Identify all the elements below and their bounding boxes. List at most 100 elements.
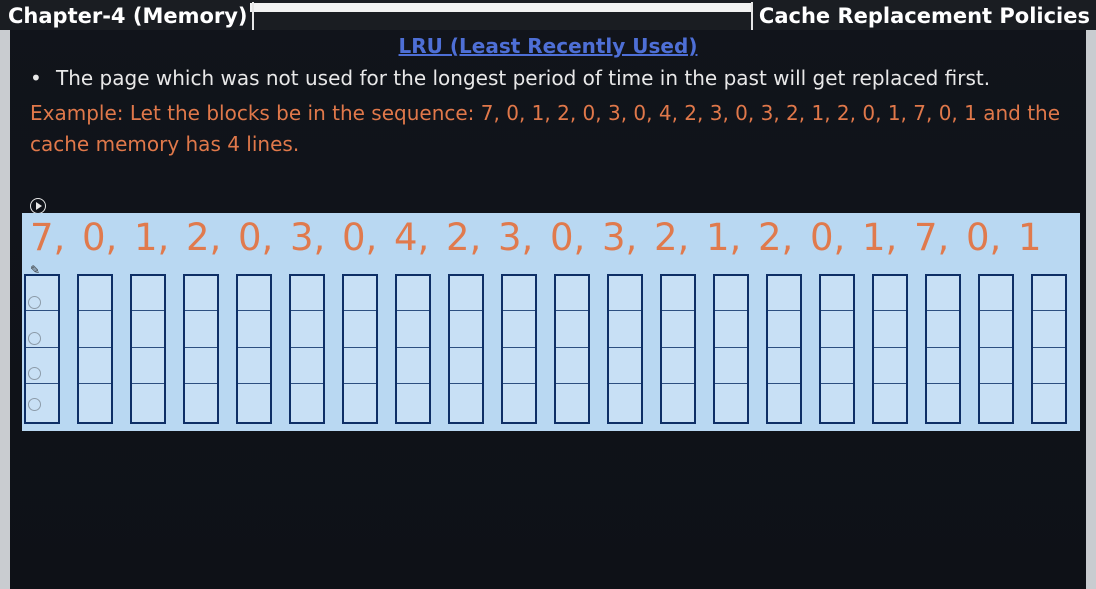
cache-line-cell xyxy=(450,313,482,348)
sequence-item: 1, xyxy=(706,215,742,259)
cache-line-cell xyxy=(450,386,482,421)
sequence-item: 3, xyxy=(602,215,638,259)
cache-line-cell xyxy=(503,386,535,421)
cache-column xyxy=(501,274,537,424)
cache-line-cell xyxy=(238,349,270,384)
cache-column xyxy=(130,274,166,424)
cache-line-cell xyxy=(344,313,376,348)
cache-line-cell xyxy=(609,276,641,311)
tool-icon-4[interactable] xyxy=(28,398,41,411)
cache-line-cell xyxy=(662,386,694,421)
cache-line-cell xyxy=(185,313,217,348)
cache-line-cell xyxy=(927,313,959,348)
section-title: Cache Replacement Policies xyxy=(750,2,1096,30)
cache-column xyxy=(766,274,802,424)
cache-column xyxy=(819,274,855,424)
cache-line-cell xyxy=(79,313,111,348)
cache-column xyxy=(925,274,961,424)
cache-column xyxy=(183,274,219,424)
sequence-item: 0, xyxy=(342,215,378,259)
cache-column xyxy=(607,274,643,424)
sequence-item: 0, xyxy=(82,215,118,259)
cache-column xyxy=(554,274,590,424)
cache-line-cell xyxy=(397,349,429,384)
cache-column xyxy=(978,274,1014,424)
cache-line-cell xyxy=(874,276,906,311)
example-text: Example: Let the blocks be in the sequen… xyxy=(30,101,1061,156)
cache-line-cell xyxy=(397,276,429,311)
screen-frame-left xyxy=(0,0,10,589)
cache-line-cell xyxy=(132,349,164,384)
tool-icon-3[interactable] xyxy=(28,367,41,380)
cache-line-cell xyxy=(821,349,853,384)
cache-column xyxy=(236,274,272,424)
cache-line-cell xyxy=(185,276,217,311)
cache-line-cell xyxy=(185,386,217,421)
cache-line-cell xyxy=(503,313,535,348)
cache-line-cell xyxy=(238,313,270,348)
sequence-item: 2, xyxy=(654,215,690,259)
cache-line-cell xyxy=(821,313,853,348)
sequence-item: 0, xyxy=(238,215,274,259)
cache-line-cell xyxy=(1033,386,1065,421)
cache-line-cell xyxy=(662,276,694,311)
cache-line-cell xyxy=(397,313,429,348)
screen-frame-right xyxy=(1086,28,1096,589)
cache-line-cell xyxy=(874,349,906,384)
cache-line-cell xyxy=(291,386,323,421)
sequence-item: 2, xyxy=(186,215,222,259)
sequence-item: 7, xyxy=(914,215,950,259)
cache-line-cell xyxy=(1033,313,1065,348)
cache-line-cell xyxy=(344,349,376,384)
cache-line-cell xyxy=(556,386,588,421)
cache-column xyxy=(713,274,749,424)
chapter-title: Chapter-4 (Memory) xyxy=(4,2,254,30)
play-icon[interactable] xyxy=(30,198,46,214)
sequence-item: 0, xyxy=(550,215,586,259)
bullet-icon: • xyxy=(30,66,42,90)
cache-line-cell xyxy=(768,313,800,348)
reference-sequence: 7, 0, 1, 2, 0, 3, 0, 4, 2, 3, 0, 3, 2, 1, 2, 0, 1, 7, 0, 1 xyxy=(30,213,1070,261)
tool-icon-2[interactable] xyxy=(28,332,41,345)
cache-line-cell xyxy=(132,276,164,311)
cache-grid xyxy=(24,274,1076,428)
cache-line-cell xyxy=(980,276,1012,311)
cache-line-cell xyxy=(344,386,376,421)
cache-line-cell xyxy=(662,313,694,348)
sequence-item: 3, xyxy=(290,215,326,259)
sequence-item: 2, xyxy=(758,215,794,259)
cache-line-cell xyxy=(874,386,906,421)
cache-column xyxy=(289,274,325,424)
cache-line-cell xyxy=(556,276,588,311)
cache-column xyxy=(77,274,113,424)
sequence-item: 0, xyxy=(810,215,846,259)
cache-line-cell xyxy=(609,313,641,348)
cache-line-cell xyxy=(344,276,376,311)
cache-line-cell xyxy=(821,386,853,421)
sequence-item: 1, xyxy=(134,215,170,259)
cache-column xyxy=(395,274,431,424)
cache-line-cell xyxy=(715,276,747,311)
cache-line-cell xyxy=(79,386,111,421)
slide-heading: LRU (Least Recently Used) xyxy=(398,34,698,58)
cache-column xyxy=(872,274,908,424)
cache-line-cell xyxy=(185,349,217,384)
sequence-item: 0, xyxy=(966,215,1002,259)
cache-line-cell xyxy=(609,349,641,384)
cache-line-cell xyxy=(980,313,1012,348)
cache-line-cell xyxy=(768,349,800,384)
cache-line-cell xyxy=(1033,276,1065,311)
sequence-item: 4, xyxy=(394,215,430,259)
cache-line-cell xyxy=(874,313,906,348)
sequence-item: 1 xyxy=(1018,215,1042,259)
cache-column xyxy=(448,274,484,424)
cache-line-cell xyxy=(291,313,323,348)
cache-line-cell xyxy=(715,386,747,421)
bullet-text: The page which was not used for the long… xyxy=(56,66,991,90)
bullet-point: • The page which was not used for the lon… xyxy=(30,66,990,90)
tool-icon-1[interactable] xyxy=(28,296,41,309)
cache-line-cell xyxy=(980,349,1012,384)
cache-line-cell xyxy=(450,276,482,311)
sequence-item: 3, xyxy=(498,215,534,259)
cache-line-cell xyxy=(927,349,959,384)
